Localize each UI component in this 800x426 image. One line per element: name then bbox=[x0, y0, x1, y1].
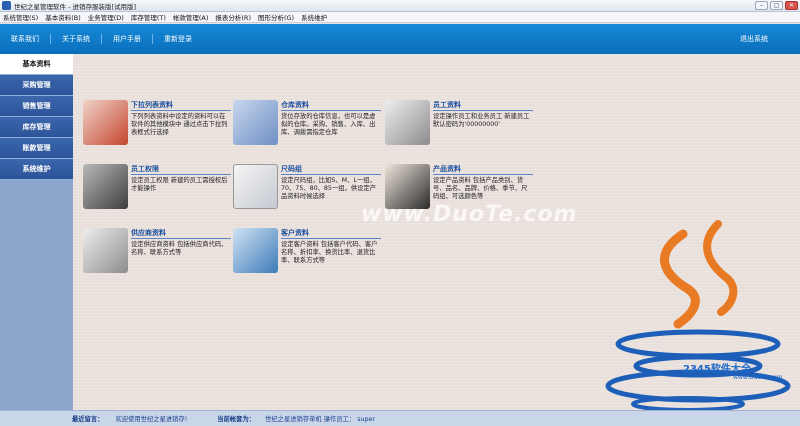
account-label: 当前帐套为： bbox=[217, 416, 256, 423]
menu-business[interactable]: 业务管理(D) bbox=[88, 12, 124, 22]
module-description: 设定尺码组，比如S、M、L一组，70、75、80、85一组，供设定产品资料时候选… bbox=[281, 177, 377, 200]
sidebar-item-maintenance[interactable]: 系统维护 bbox=[0, 159, 73, 180]
close-button[interactable]: ✕ bbox=[785, 1, 798, 10]
module-description: 设定供应商资料 包括供应商代码、名称、联系方式等 bbox=[131, 241, 228, 256]
menu-system[interactable]: 系统管理(S) bbox=[3, 12, 38, 22]
module-title: 客户资料 bbox=[281, 229, 309, 237]
module-description: 货位存放的仓库信息，也可以是虚拟的仓库。采购、销售、入库、出库、调拨需指定仓库 bbox=[281, 113, 376, 136]
sidebar: 基本资料 采购管理 销售管理 库存管理 账款管理 系统维护 bbox=[0, 54, 73, 410]
user-manual-button[interactable]: 用户手册 bbox=[102, 34, 153, 44]
menu-graphs[interactable]: 图形分析(G) bbox=[258, 12, 294, 22]
module-description: 设定产品资料 包括产品类别、货号、品名、品牌、价格、季节、尺码组、可选颜色等 bbox=[433, 177, 528, 200]
module-supplier[interactable]: 供应商资料 设定供应商资料 包括供应商代码、名称、联系方式等 bbox=[83, 228, 233, 280]
toolbar: 联系我们 关于系统 用户手册 重新登录 退出系统 bbox=[0, 24, 800, 54]
message-value: 欢迎使用世纪之星进销存! bbox=[115, 416, 188, 423]
module-permission[interactable]: 员工权限 设定员工权限 新建的员工需授权后才能操作 bbox=[83, 164, 233, 216]
staff-icon bbox=[385, 100, 430, 145]
account-value: 世纪之星进销存单机 操作员工： super bbox=[265, 416, 375, 423]
corner-url: www.DuoTe.com bbox=[733, 374, 783, 381]
exit-system-button[interactable]: 退出系统 bbox=[740, 34, 768, 44]
sidebar-item-purchase[interactable]: 采购管理 bbox=[0, 75, 73, 96]
sidebar-item-basic-data[interactable]: 基本资料 bbox=[0, 54, 73, 75]
minimize-button[interactable]: – bbox=[755, 1, 768, 10]
module-staff[interactable]: 员工资料 设定操作员工和业务员工 新建员工默认密码为'00000000' bbox=[385, 100, 535, 152]
window-title: 世纪之星管理软件 - 进销存服装版[试用版] bbox=[14, 2, 137, 11]
module-title: 员工权限 bbox=[131, 165, 159, 173]
relogin-button[interactable]: 重新登录 bbox=[153, 34, 203, 44]
menu-inventory[interactable]: 库存管理(T) bbox=[131, 12, 166, 22]
permission-icon bbox=[83, 164, 128, 209]
module-warehouse[interactable]: 仓库资料 货位存放的仓库信息，也可以是虚拟的仓库。采购、销售、入库、出库、调拨需… bbox=[233, 100, 383, 152]
maximize-button[interactable]: ▢ bbox=[770, 1, 783, 10]
menu-bar: 系统管理(S) 基本资料(B) 业务管理(D) 库存管理(T) 帐款管理(A) … bbox=[0, 12, 800, 23]
menu-basic-data[interactable]: 基本资料(B) bbox=[45, 12, 81, 22]
menu-accounts[interactable]: 帐款管理(A) bbox=[173, 12, 209, 22]
watermark-text: www.DuoTe.com bbox=[361, 202, 578, 227]
module-customer[interactable]: 客户资料 设定客户资料 包括客户代码、客户名称、折扣率、换货比率、退货比率、联系… bbox=[233, 228, 383, 280]
module-title: 下拉列表资料 bbox=[131, 101, 173, 109]
menu-maintenance[interactable]: 系统维护 bbox=[301, 12, 327, 22]
contact-us-button[interactable]: 联系我们 bbox=[0, 34, 51, 44]
module-description: 设定操作员工和业务员工 新建员工默认密码为'00000000' bbox=[433, 113, 530, 128]
sidebar-item-accounts[interactable]: 账款管理 bbox=[0, 138, 73, 159]
sidebar-item-sales[interactable]: 销售管理 bbox=[0, 96, 73, 117]
module-description: 设定员工权限 新建的员工需授权后才能操作 bbox=[131, 177, 228, 192]
module-dropdown-list[interactable]: 下拉列表资料 下列列表资料中设定的资料可以在软件的其他模块中 通过点击下拉列表框… bbox=[83, 100, 233, 152]
content-area: 下拉列表资料 下列列表资料中设定的资料可以在软件的其他模块中 通过点击下拉列表框… bbox=[73, 54, 800, 410]
message-label: 最近留言： bbox=[72, 416, 104, 423]
supplier-icon bbox=[83, 228, 128, 273]
status-bar: 最近留言： 欢迎使用世纪之星进销存! 当前帐套为： 世纪之星进销存单机 操作员工… bbox=[0, 410, 800, 426]
module-description: 设定客户资料 包括客户代码、客户名称、折扣率、换货比率、退货比率、联系方式等 bbox=[281, 241, 378, 264]
size-group-icon bbox=[233, 164, 278, 209]
module-description: 下列列表资料中设定的资料可以在软件的其他模块中 通过点击下拉列表框式行选择 bbox=[131, 113, 228, 136]
customer-icon bbox=[233, 228, 278, 273]
title-bar: 世纪之星管理软件 - 进销存服装版[试用版] – ▢ ✕ bbox=[0, 0, 800, 12]
app-icon bbox=[2, 1, 11, 10]
about-system-button[interactable]: 关于系统 bbox=[51, 34, 102, 44]
warehouse-icon bbox=[233, 100, 278, 145]
module-title: 尺码组 bbox=[281, 165, 302, 173]
corner-watermark: 2345软件大全 bbox=[683, 360, 751, 375]
module-title: 仓库资料 bbox=[281, 101, 309, 109]
sidebar-item-inventory[interactable]: 库存管理 bbox=[0, 117, 73, 138]
module-title: 产品资料 bbox=[433, 165, 461, 173]
dropdown-list-icon bbox=[83, 100, 128, 145]
module-title: 供应商资料 bbox=[131, 229, 166, 237]
module-title: 员工资料 bbox=[433, 101, 461, 109]
menu-reports[interactable]: 报表分析(R) bbox=[215, 12, 251, 22]
